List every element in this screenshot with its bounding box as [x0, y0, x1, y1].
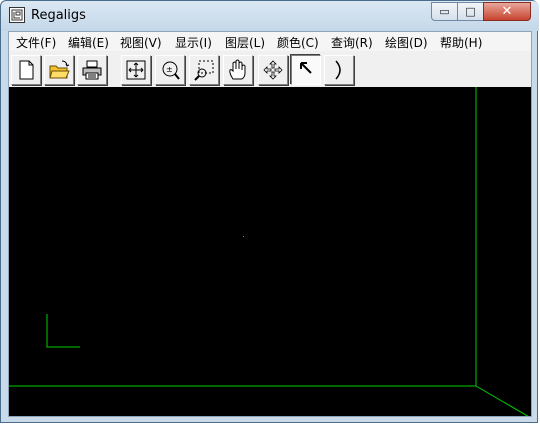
svg-text:±: ±: [166, 65, 173, 74]
canvas-drawing: [9, 87, 532, 419]
arc-icon: [335, 60, 341, 80]
select-arrow-icon: [300, 62, 312, 74]
minimize-button[interactable]: ▭: [431, 2, 458, 21]
print-button[interactable]: [77, 55, 107, 85]
menu-help[interactable]: 帮助(H): [440, 34, 482, 51]
select-button[interactable]: [291, 55, 321, 85]
close-button[interactable]: ✕: [483, 2, 531, 21]
zoom-window-icon: [194, 60, 214, 81]
menu-view[interactable]: 视图(V): [120, 34, 162, 51]
menu-query[interactable]: 查询(R): [331, 34, 373, 51]
drawing-canvas[interactable]: [9, 87, 532, 419]
title-bar[interactable]: Regaligs ▭ □ ✕: [1, 1, 539, 31]
menu-file[interactable]: 文件(F): [16, 34, 56, 51]
maximize-button[interactable]: □: [457, 2, 484, 21]
print-icon: [82, 60, 102, 80]
menu-draw[interactable]: 绘图(D): [385, 34, 428, 51]
app-icon[interactable]: [9, 7, 25, 23]
pan-button[interactable]: [223, 55, 253, 85]
zoom-window-button[interactable]: [189, 55, 219, 85]
grid-diagonal-line: [475, 385, 532, 419]
app-window: Regaligs ▭ □ ✕ 文件(F) 编辑(E) 视图(V) 显示(I) 图…: [0, 0, 539, 423]
zoom-extents-button[interactable]: [121, 55, 151, 85]
minimize-icon: ▭: [439, 5, 450, 18]
open-file-button[interactable]: [44, 55, 74, 85]
close-icon: ✕: [501, 4, 513, 19]
new-file-button[interactable]: [11, 55, 41, 85]
arc-button[interactable]: [324, 55, 354, 85]
menu-layer[interactable]: 图层(L): [225, 34, 265, 51]
menu-color[interactable]: 颜色(C): [277, 34, 319, 51]
new-file-icon: [19, 60, 34, 80]
move-button[interactable]: [258, 55, 288, 85]
zoom-extents-icon: [126, 60, 146, 80]
zoom-realtime-icon: ±: [162, 61, 180, 80]
zoom-realtime-button[interactable]: ±: [155, 55, 185, 85]
open-folder-icon: [49, 60, 70, 79]
menu-edit[interactable]: 编辑(E): [68, 34, 109, 51]
menu-bar: 文件(F) 编辑(E) 视图(V) 显示(I) 图层(L) 颜色(C) 查询(R…: [9, 32, 531, 51]
client-area: 文件(F) 编辑(E) 视图(V) 显示(I) 图层(L) 颜色(C) 查询(R…: [8, 31, 532, 419]
menu-display[interactable]: 显示(I): [175, 34, 212, 51]
maximize-icon: □: [465, 5, 476, 18]
pan-hand-icon: [229, 59, 246, 80]
window-title: Regaligs: [31, 8, 86, 23]
move-cross-icon: [263, 60, 283, 80]
ucs-axis-icon: [46, 314, 80, 348]
toolbar: ±: [9, 53, 531, 87]
cursor-dot: [243, 236, 244, 237]
